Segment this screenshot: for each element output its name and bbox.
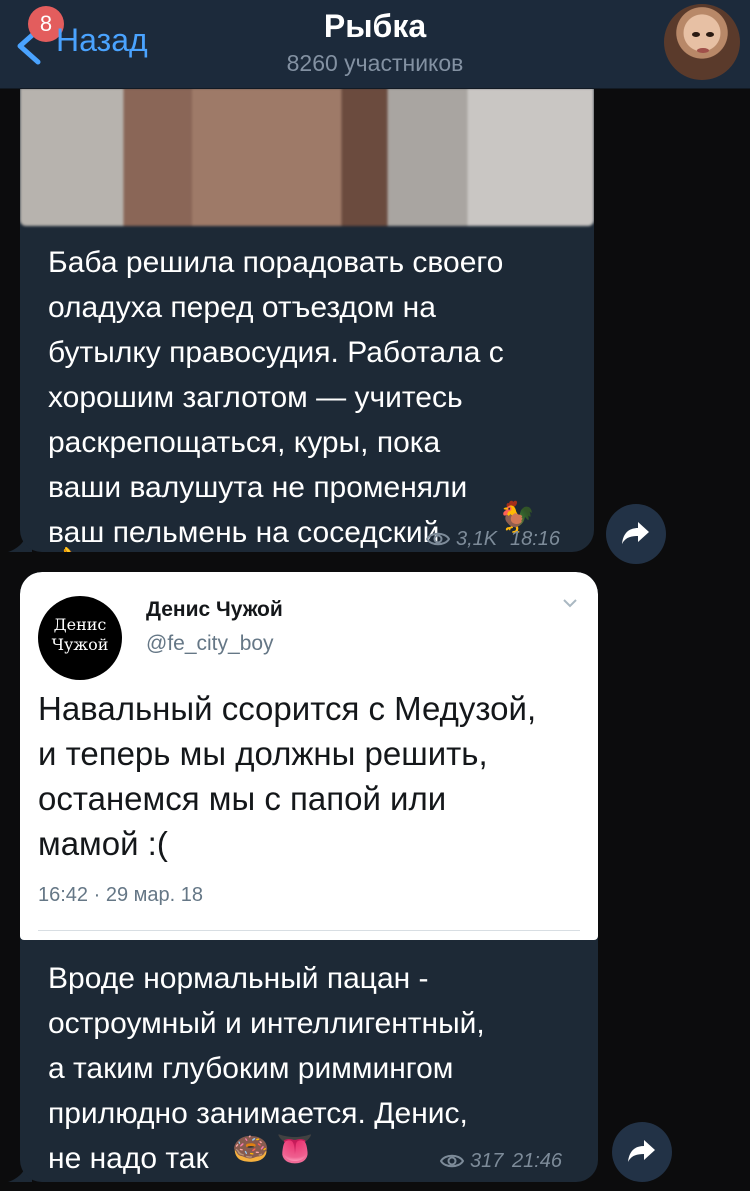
tweet-avatar-text: Чужой [51,635,109,654]
forward-icon [628,1140,655,1162]
avatar-detail [706,32,714,37]
tweet-avatar-text: Денис [53,615,107,634]
tongue-emoji: 👅 [276,1133,314,1166]
donut-emoji: 🍩 [232,1133,270,1166]
eye-icon [440,1154,464,1168]
message-bubble[interactable]: Баба решила порадовать своего оладуха пе… [20,40,594,552]
chat-avatar[interactable] [664,4,740,80]
message-bubble[interactable]: Денис Чужой Денис Чужой @fe_city_boy Нав… [20,572,598,1182]
tweet-timestamp: 16:42 · 29 мар. 18 [38,884,203,906]
message-time: 21:46 [512,1150,563,1172]
divider [38,930,580,931]
ok-hand-emoji: 👌 [48,546,85,552]
chat-title[interactable]: Рыбка [0,8,750,45]
forward-button[interactable] [606,504,666,564]
forward-button[interactable] [612,1122,672,1182]
avatar-detail [692,32,700,37]
chat-header: 8 Назад Рыбка 8260 участников [0,0,750,89]
message-time: 18:16 [510,528,561,550]
view-count: 3,1K [456,528,498,550]
chat-subtitle: 8260 участников [286,50,464,76]
tweet-text: Навальный ссорится с Медузой, и теперь м… [38,690,537,862]
tweet-author-name: Денис Чужой [146,598,283,621]
forward-icon [622,522,649,544]
tweet-avatar: Денис Чужой [38,596,122,680]
eye-icon [426,532,450,546]
chevron-down-icon [563,599,577,608]
view-count: 317 [470,1150,504,1172]
tweet-author-handle: @fe_city_boy [146,632,274,655]
message-text: Вроде нормальный пацан - остроумный и ин… [48,962,485,1175]
tweet-screenshot[interactable]: Денис Чужой Денис Чужой @fe_city_boy Нав… [20,572,598,940]
avatar-detail [697,48,709,53]
message-photo[interactable] [20,88,594,226]
